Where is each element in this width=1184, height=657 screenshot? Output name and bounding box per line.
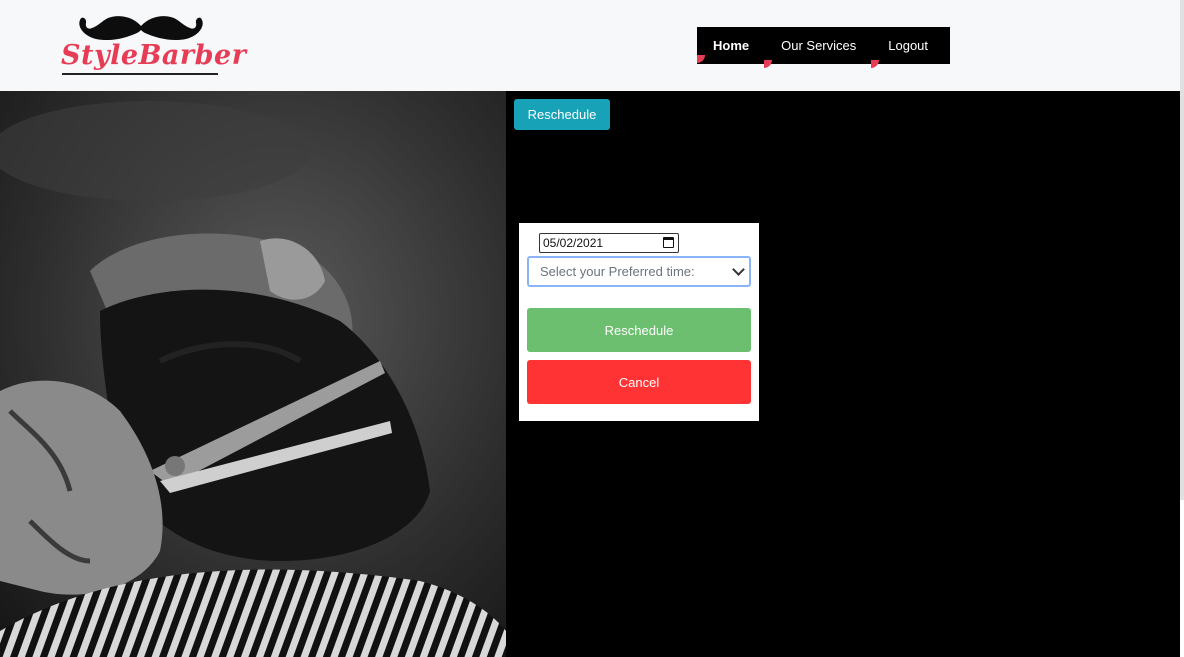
reschedule-toggle-label: Reschedule: [527, 107, 597, 122]
main-nav: Home Our Services Logout: [697, 27, 950, 68]
reschedule-submit-button[interactable]: Reschedule: [527, 308, 751, 352]
calendar-icon[interactable]: [663, 237, 674, 248]
nav-home-label: Home: [713, 38, 750, 53]
cancel-button[interactable]: Cancel: [527, 360, 751, 404]
time-select-placeholder: Select your Preferred time:: [540, 264, 695, 279]
logo-text: StyleBarber: [61, 40, 247, 71]
logo-underline: [62, 73, 218, 75]
nav-logout[interactable]: Logout: [871, 38, 929, 68]
nav-accent-dot: [764, 60, 773, 68]
nav-our-services[interactable]: Our Services: [764, 38, 857, 68]
date-value: 05/02/2021: [543, 236, 604, 250]
logo[interactable]: StyleBarber: [58, 12, 246, 78]
scrollbar[interactable]: [1180, 0, 1184, 500]
cancel-label: Cancel: [618, 374, 660, 390]
chevron-down-icon: [732, 263, 745, 276]
time-select[interactable]: Select your Preferred time:: [527, 256, 751, 287]
reschedule-toggle-button[interactable]: Reschedule: [514, 99, 610, 130]
hero-image: [0, 91, 506, 657]
nav-logout-label: Logout: [888, 38, 929, 53]
nav-services-label: Our Services: [781, 38, 857, 53]
reschedule-submit-label: Reschedule: [604, 322, 674, 338]
barber-photo: [0, 91, 506, 657]
date-field[interactable]: 05/02/2021: [539, 233, 679, 253]
reschedule-form: 05/02/2021 Select your Preferred time: R…: [519, 223, 759, 421]
nav-home[interactable]: Home: [713, 38, 749, 53]
nav-accent-dot: [871, 60, 880, 68]
site-header: StyleBarber Home Our Services Logout: [0, 0, 1180, 91]
